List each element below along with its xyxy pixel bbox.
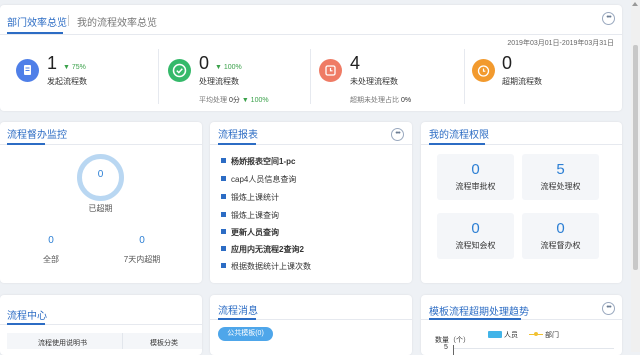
tab-my-overview[interactable]: 我的流程效率总览 <box>77 14 157 29</box>
permission-value: 5 <box>556 161 565 178</box>
report-item[interactable]: 根据数据统计上课次数 <box>221 261 311 272</box>
overdue-ratio-label: 超期未处理占比 <box>350 97 399 104</box>
trend-card: 模板流程超期处理趋势 ••• 人员 部门 数量（个） 5 <box>421 295 622 355</box>
stat-processed-label: 处理流程数 <box>199 77 239 86</box>
permission-label: 流程知会权 <box>455 241 496 250</box>
stat-unprocessed-value: 4 <box>350 53 361 73</box>
report-item[interactable]: 锻炼上课统计 <box>221 192 279 203</box>
ring-value: 0 <box>97 169 104 180</box>
clock-icon <box>319 59 342 82</box>
permission-supervise[interactable]: 0 流程督办权 <box>522 213 599 259</box>
stat-divider <box>464 49 465 104</box>
stat-divider <box>310 49 311 104</box>
date-range: 2019年03月01日-2019年03月31日 <box>507 40 614 47</box>
messages-card: 流程消息 公共模板(0) <box>210 295 412 355</box>
monitor-card: 流程督办监控 0 已超期 0 全部 0 7天内超期 <box>0 122 202 283</box>
stat-overdue-value: 0 <box>502 53 513 73</box>
permission-approve[interactable]: 0 流程审批权 <box>437 154 514 200</box>
legend-department: 部门 <box>545 332 559 339</box>
title-underline <box>218 318 256 320</box>
column-divider <box>122 333 123 349</box>
overdue-ratio-value: 0% <box>400 97 412 104</box>
stat-initiated-label: 发起流程数 <box>47 77 87 86</box>
legend-swatch-person <box>488 331 502 338</box>
scroll-up-icon[interactable] <box>632 2 638 6</box>
more-icon[interactable]: ••• <box>602 302 615 315</box>
total-value[interactable]: 0 <box>36 235 66 246</box>
check-icon <box>168 59 191 82</box>
avg-processing-label: 平均处理 <box>199 97 227 104</box>
overview-card: 部门效率总览 我的流程效率总览 ••• 2019年03月01日-2019年03月… <box>0 5 622 111</box>
column-header-category: 模板分类 <box>150 340 178 347</box>
legend-dot-department <box>534 332 538 336</box>
public-template-chip[interactable]: 公共模板(0) <box>218 327 273 341</box>
trend-title: 模板流程超期处理趋势 <box>429 307 529 318</box>
avg-processing-value: 0分 <box>228 97 240 104</box>
permission-value: 0 <box>471 220 480 237</box>
report-item[interactable]: cap4人员信息查询 <box>221 174 296 185</box>
header-line <box>0 34 622 35</box>
gridline <box>454 348 614 349</box>
monitor-title: 流程督办监控 <box>7 130 67 141</box>
report-card: 流程报表 ••• 杨娇报表空间1-pc cap4人员信息查询 锻炼上课统计 锻炼… <box>210 122 412 283</box>
tab-department-overview[interactable]: 部门效率总览 <box>7 14 67 29</box>
stat-processed-change: ▼ 100% <box>215 64 242 71</box>
week-value[interactable]: 0 <box>112 235 172 246</box>
permission-value: 0 <box>556 220 565 237</box>
stat-initiated-change: ▼ 75% <box>63 64 86 71</box>
center-title: 流程中心 <box>7 311 47 322</box>
avg-processing-change: ▼ 100% <box>241 97 269 104</box>
ring-label: 已超期 <box>88 204 113 213</box>
title-underline <box>7 143 45 145</box>
y-axis-label: 数量（个） <box>435 337 470 344</box>
column-header-manual: 流程使用说明书 <box>38 340 87 347</box>
report-item[interactable]: 杨娇报表空间1-pc <box>221 156 295 167</box>
stat-overdue-label: 超期流程数 <box>502 77 542 86</box>
stat-processed-value: 0 <box>199 53 210 73</box>
tab-divider <box>68 15 69 26</box>
y-tick: 5 <box>444 344 448 351</box>
scrollbar-thumb[interactable] <box>633 45 638 270</box>
document-icon <box>16 59 39 82</box>
overdue-ratio: 超期未处理占比 0% <box>350 95 411 105</box>
permission-handle[interactable]: 5 流程处理权 <box>522 154 599 200</box>
alarm-icon <box>472 59 495 82</box>
permissions-card: 我的流程权限 0 流程审批权 5 流程处理权 0 流程知会权 0 流程督办权 <box>421 122 622 283</box>
title-underline <box>7 323 45 325</box>
permission-notify[interactable]: 0 流程知会权 <box>437 213 514 259</box>
permission-label: 流程督办权 <box>540 241 581 250</box>
stat-initiated-value: 1 <box>47 53 58 73</box>
report-item[interactable]: 锻炼上课查询 <box>221 210 279 221</box>
title-underline <box>429 318 521 320</box>
report-item[interactable]: 更新人员查询 <box>221 227 279 238</box>
legend-person: 人员 <box>504 332 518 339</box>
permission-label: 流程处理权 <box>540 182 581 191</box>
report-item[interactable]: 应用内无流程2查询2 <box>221 244 304 255</box>
report-title: 流程报表 <box>218 130 258 141</box>
permission-value: 0 <box>471 161 480 178</box>
title-underline <box>429 143 485 145</box>
more-icon[interactable]: ••• <box>602 12 615 25</box>
messages-title: 流程消息 <box>218 306 258 317</box>
total-label: 全部 <box>43 255 59 264</box>
stat-divider <box>158 49 159 104</box>
stat-unprocessed-label: 未处理流程数 <box>350 77 398 86</box>
avg-processing: 平均处理 0分 ▼ 100% <box>199 95 269 105</box>
week-label: 7天内超期 <box>123 255 161 264</box>
permission-label: 流程审批权 <box>455 182 496 191</box>
title-underline <box>218 143 256 145</box>
center-card: 流程中心 流程使用说明书 模板分类 <box>0 295 202 355</box>
permissions-title: 我的流程权限 <box>429 130 489 141</box>
y-axis <box>453 345 454 355</box>
more-icon[interactable]: ••• <box>391 128 404 141</box>
